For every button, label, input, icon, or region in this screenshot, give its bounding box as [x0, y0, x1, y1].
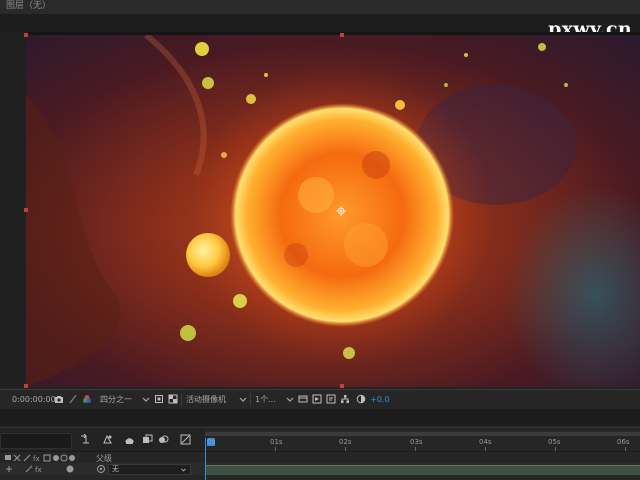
draft-3d-icon[interactable] [102, 434, 113, 445]
tick-label: 03s [410, 438, 423, 446]
tick-label: 01s [270, 438, 283, 446]
layer-row[interactable]: fx 无 [0, 463, 640, 475]
show-snapshot-icon[interactable] [68, 394, 78, 404]
panel-divider [0, 409, 640, 425]
flowchart-icon[interactable] [340, 394, 350, 404]
layer-handle-tl[interactable] [24, 33, 28, 37]
reset-exposure-icon[interactable] [356, 394, 366, 404]
timeline-header: 0s 01s 02s 03s 04s 05s 06s [0, 427, 640, 452]
panel-title: 图层（无） [6, 1, 52, 11]
transparency-grid-icon[interactable] [168, 394, 178, 404]
parent-select-value: 无 [112, 465, 119, 473]
parent-select[interactable]: 无 [108, 464, 191, 475]
chevron-down-icon[interactable] [141, 394, 151, 404]
time-navigator-bar[interactable] [205, 432, 640, 436]
chevron-down-icon[interactable] [285, 394, 295, 404]
timeline-search-input[interactable] [0, 433, 72, 449]
camera-snapshot-icon[interactable] [54, 394, 64, 404]
tick-label: 04s [479, 438, 492, 446]
composition-viewer[interactable] [0, 32, 640, 388]
panel-toolbar-strip: pxwy.cn [0, 14, 640, 40]
layer-row-next [0, 475, 640, 480]
current-time-line [205, 438, 206, 480]
layer-handle-bm[interactable] [340, 384, 344, 388]
layer-duration-bar[interactable] [205, 465, 640, 475]
separator [250, 393, 251, 406]
hide-shy-layers-icon[interactable] [124, 434, 135, 445]
tick-label: 05s [548, 438, 561, 446]
svg-text:fx: fx [35, 466, 42, 474]
time-ruler[interactable]: 0s 01s 02s 03s 04s 05s 06s [205, 428, 640, 452]
composition-frame[interactable] [26, 35, 640, 387]
chevron-down-icon[interactable] [238, 394, 248, 404]
view-layout-select[interactable]: 1个... [255, 394, 276, 405]
region-of-interest-icon[interactable] [154, 394, 164, 404]
comp-mini-flowchart-icon[interactable] [80, 434, 91, 445]
timecode-display[interactable]: 0:00:00:00 [12, 394, 56, 405]
sun-scene-image [26, 35, 640, 387]
viewer-control-bar: 0:00:00:00 四分之一 活动摄像机 1个... +0.0 [0, 389, 640, 410]
av-features-icons: fx [5, 454, 75, 463]
motion-blur-icon[interactable] [158, 434, 169, 445]
chevron-down-icon [181, 468, 186, 472]
panel-header: 图层（无） [0, 0, 640, 14]
resolution-select[interactable]: 四分之一 [100, 394, 132, 405]
viewer-left-gutter [0, 32, 27, 387]
layer-handle-bl[interactable] [24, 384, 28, 388]
svg-text:fx: fx [33, 455, 40, 463]
camera-select[interactable]: 活动摄像机 [186, 394, 226, 405]
fast-previews-icon[interactable] [312, 394, 322, 404]
tick-label: 06s [617, 438, 630, 446]
exposure-value[interactable]: +0.0 [370, 394, 389, 405]
layer-handle-ml[interactable] [24, 208, 28, 212]
separator [181, 393, 182, 406]
color-channel-icon[interactable] [82, 394, 92, 404]
layer-handle-tm[interactable] [340, 33, 344, 37]
timeline-icon[interactable] [326, 394, 336, 404]
toggle-pixel-aspect-icon[interactable] [298, 394, 308, 404]
pick-whip-icon[interactable] [96, 464, 106, 474]
graph-editor-icon[interactable] [180, 434, 191, 445]
tick-label: 0s [207, 438, 216, 446]
frame-blending-icon[interactable] [142, 434, 153, 445]
layer-switches-icons[interactable]: fx [4, 464, 94, 474]
tick-label: 02s [339, 438, 352, 446]
